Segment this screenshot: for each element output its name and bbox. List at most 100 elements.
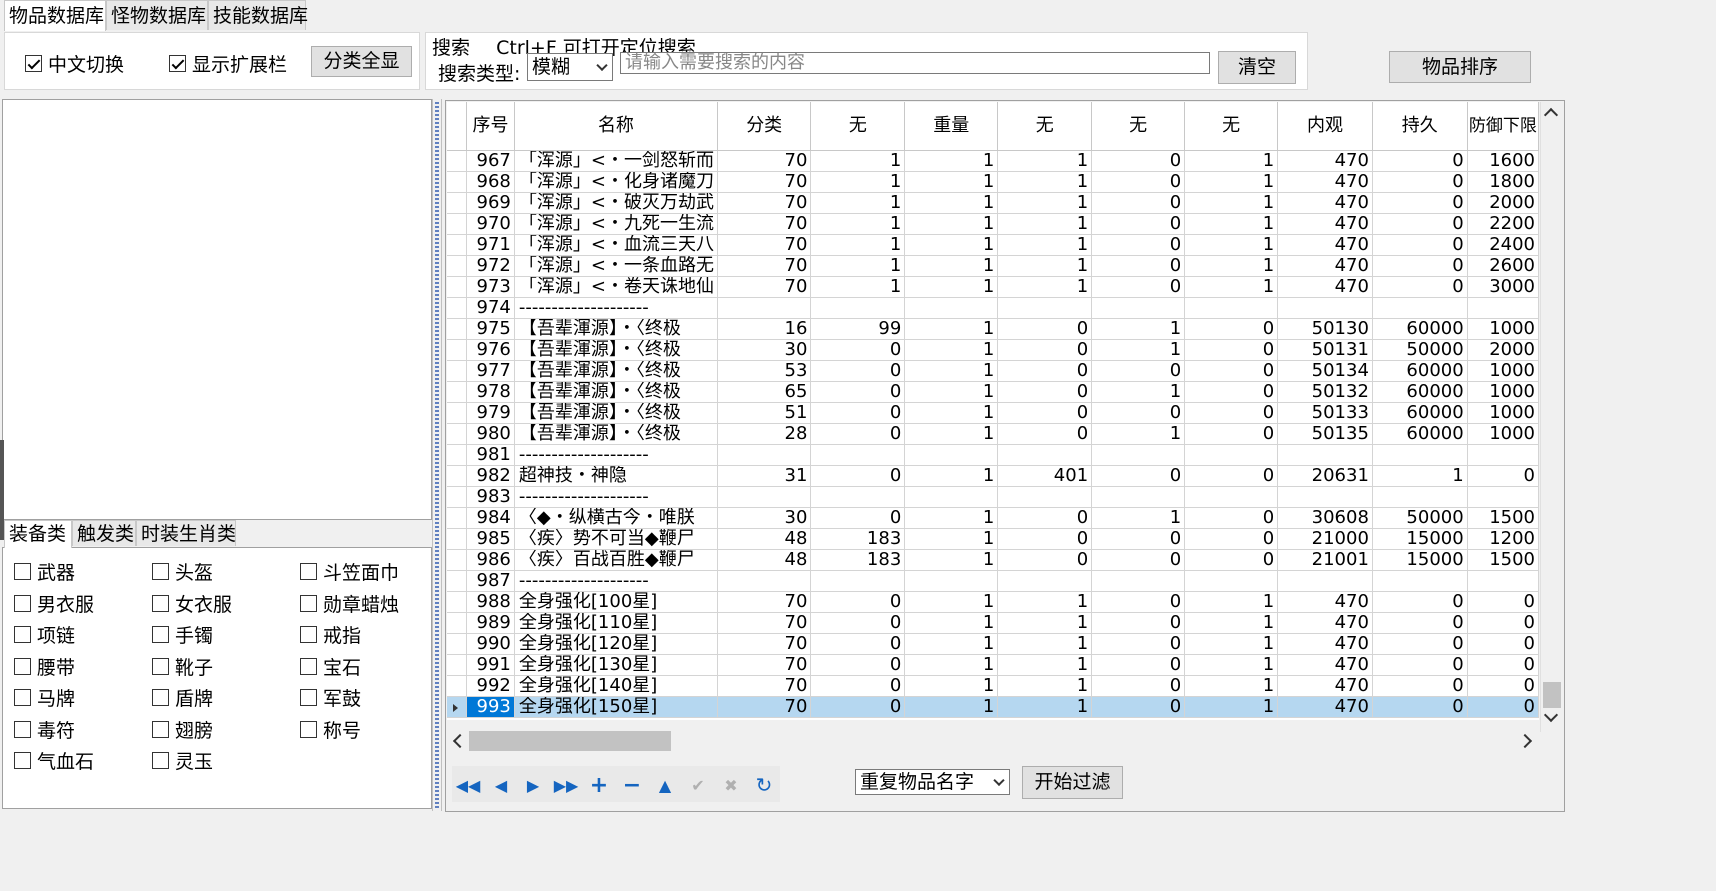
table-row[interactable]: 982 超神技・神隐 31 0 1 401 0 0 20631 1 0 — [447, 465, 1539, 487]
category-checkbox-item[interactable]: 宝石 — [300, 653, 361, 680]
row-indicator[interactable] — [447, 528, 468, 550]
category-checkbox[interactable] — [300, 626, 317, 643]
column-header[interactable]: 防御下限 — [1467, 102, 1539, 151]
table-row[interactable]: 972 「浑源」<・一条血路无 70 1 1 1 0 1 470 0 2600 — [447, 255, 1539, 277]
delete-record-icon[interactable]: − — [617, 770, 647, 800]
category-checkbox-item[interactable]: 勋章蜡烛 — [300, 590, 399, 617]
category-checkbox[interactable] — [152, 752, 169, 769]
column-header[interactable]: 无 — [1091, 102, 1186, 151]
row-indicator[interactable] — [447, 213, 468, 235]
tab-items[interactable]: 物品数据库 — [4, 0, 106, 31]
horizontal-scroll-thumb[interactable] — [469, 731, 671, 751]
category-checkbox[interactable] — [300, 594, 317, 612]
refresh-icon[interactable]: ↻ — [749, 770, 779, 800]
row-indicator[interactable] — [447, 570, 468, 592]
category-checkbox-item[interactable]: 翅膀 — [152, 716, 213, 743]
category-checkbox-item[interactable]: 靴子 — [152, 653, 213, 680]
row-indicator[interactable] — [447, 402, 468, 424]
category-checkbox[interactable] — [14, 752, 31, 769]
column-header[interactable]: 分类 — [717, 102, 812, 151]
category-checkbox-item[interactable]: 灵玉 — [152, 747, 213, 774]
scroll-up-icon[interactable] — [1543, 107, 1559, 123]
table-row[interactable]: 986 〈疾〉百战百胜◆鞭尸 48 183 1 0 0 0 21001 15000 1500 — [447, 549, 1539, 571]
start-filter-button[interactable]: 开始过滤 — [1022, 766, 1123, 799]
show-ext-toggle[interactable]: 显示扩展栏 — [169, 50, 287, 77]
row-indicator[interactable] — [447, 549, 468, 571]
table-row[interactable]: 975 【吾辈渾源】・〈终极 16 99 1 0 1 0 50130 60000 1000 — [447, 318, 1539, 340]
category-checkbox[interactable] — [14, 689, 31, 706]
category-checkbox[interactable] — [152, 563, 169, 580]
category-checkbox[interactable] — [152, 594, 169, 612]
table-row[interactable]: 970 「浑源」<・九死一生流 70 1 1 1 0 1 470 0 2200 — [447, 213, 1539, 235]
edit-record-icon[interactable]: ▲ — [650, 770, 680, 800]
column-header[interactable]: 无 — [810, 102, 906, 151]
prev-record-icon[interactable]: ◀ — [486, 770, 516, 800]
category-checkbox-item[interactable]: 项链 — [14, 621, 75, 648]
last-record-icon[interactable]: ▶▶ — [551, 770, 581, 800]
category-checkbox-item[interactable]: 头盔 — [152, 558, 213, 585]
category-tab-1[interactable]: 触发类 — [72, 520, 136, 546]
category-checkbox[interactable] — [152, 657, 169, 675]
table-row[interactable]: 971 「浑源」<・血流三天八 70 1 1 1 0 1 470 0 2400 — [447, 234, 1539, 256]
search-type-select[interactable]: 模糊 — [527, 53, 613, 81]
table-row[interactable]: 976 【吾辈渾源】・〈终极 30 0 1 0 1 0 50131 50000 2000 — [447, 339, 1539, 361]
row-indicator[interactable] — [447, 381, 468, 403]
horizontal-scrollbar[interactable] — [447, 728, 1540, 754]
category-checkbox-item[interactable]: 腰带 — [14, 653, 75, 680]
search-input[interactable]: 请输入需要搜索的内容 — [620, 52, 1210, 74]
first-record-icon[interactable]: ◀◀ — [453, 770, 483, 800]
tab-skills[interactable]: 技能数据库 — [208, 0, 308, 30]
table-row[interactable]: 983 -------------------- — [447, 486, 1539, 508]
row-indicator[interactable] — [447, 654, 468, 676]
category-checkbox-item[interactable]: 男衣服 — [14, 590, 94, 617]
table-row[interactable]: 991 全身强化[130星] 70 0 1 1 0 1 470 0 0 — [447, 654, 1539, 676]
row-indicator[interactable] — [447, 192, 468, 214]
data-grid[interactable]: 序号 名称 分类无重量无无无内观 持久 防御下限 967 「浑源」<・一剑怒斩而 70 1 1 1… — [447, 102, 1539, 720]
table-row[interactable]: 988 全身强化[100星] 70 0 1 1 0 1 470 0 0 — [447, 591, 1539, 613]
row-indicator[interactable] — [447, 507, 468, 529]
show-all-categories-button[interactable]: 分类全显 — [311, 46, 412, 77]
filter-select[interactable]: 重复物品名字 — [855, 769, 1010, 795]
category-checkbox-item[interactable]: 武器 — [14, 558, 75, 585]
row-indicator[interactable] — [447, 339, 468, 361]
table-row[interactable]: 984 〈◆・纵横古今・唯朕 30 0 1 0 1 0 30608 50000 1500 — [447, 507, 1539, 529]
add-record-icon[interactable]: + — [584, 770, 614, 800]
scroll-right-icon[interactable] — [1517, 733, 1533, 749]
table-row[interactable]: 977 【吾辈渾源】・〈终极 53 0 1 0 0 0 50134 60000 1000 — [447, 360, 1539, 382]
category-checkbox-item[interactable]: 手镯 — [152, 621, 213, 648]
row-indicator[interactable] — [447, 591, 468, 613]
category-checkbox-item[interactable]: 称号 — [300, 716, 361, 743]
sort-items-button[interactable]: 物品排序 — [1389, 51, 1531, 83]
row-indicator[interactable] — [447, 696, 468, 718]
scroll-down-icon[interactable] — [1543, 707, 1559, 723]
row-indicator[interactable] — [447, 297, 468, 319]
row-indicator[interactable] — [447, 675, 468, 697]
column-header[interactable]: 无 — [997, 102, 1093, 151]
column-header[interactable]: 重量 — [904, 102, 999, 151]
row-indicator[interactable] — [447, 612, 468, 634]
table-row[interactable]: 990 全身强化[120星] 70 0 1 1 0 1 470 0 0 — [447, 633, 1539, 655]
chinese-toggle[interactable]: 中文切换 — [25, 50, 124, 77]
category-checkbox-item[interactable]: 盾牌 — [152, 684, 213, 711]
row-indicator[interactable] — [447, 486, 468, 508]
vertical-scroll-thumb[interactable] — [1543, 682, 1561, 708]
show-ext-checkbox[interactable] — [169, 55, 186, 72]
table-row[interactable]: 989 全身强化[110星] 70 0 1 1 0 1 470 0 0 — [447, 612, 1539, 634]
table-row[interactable]: 980 【吾辈渾源】・〈终极 28 0 1 0 1 0 50135 60000 1000 — [447, 423, 1539, 445]
row-indicator[interactable] — [447, 276, 468, 298]
chinese-toggle-checkbox[interactable] — [25, 55, 42, 72]
category-checkbox[interactable] — [14, 594, 31, 612]
table-row[interactable]: 985 〈疾〉势不可当◆鞭尸 48 183 1 0 0 0 21000 15000 1200 — [447, 528, 1539, 550]
row-indicator[interactable] — [447, 360, 468, 382]
category-checkbox[interactable] — [152, 720, 169, 738]
category-checkbox-item[interactable]: 气血石 — [14, 747, 94, 774]
category-checkbox[interactable] — [152, 689, 169, 706]
row-indicator[interactable] — [447, 318, 468, 340]
table-row[interactable]: 978 【吾辈渾源】・〈终极 65 0 1 0 1 0 50132 60000 1000 — [447, 381, 1539, 403]
table-row[interactable]: 981 -------------------- — [447, 444, 1539, 466]
row-indicator[interactable] — [447, 234, 468, 256]
category-checkbox[interactable] — [14, 563, 31, 580]
row-indicator[interactable] — [447, 150, 468, 172]
row-indicator[interactable] — [447, 423, 468, 445]
table-row[interactable]: 968 「浑源」<・化身诸魔刀 70 1 1 1 0 1 470 0 1800 — [447, 171, 1539, 193]
